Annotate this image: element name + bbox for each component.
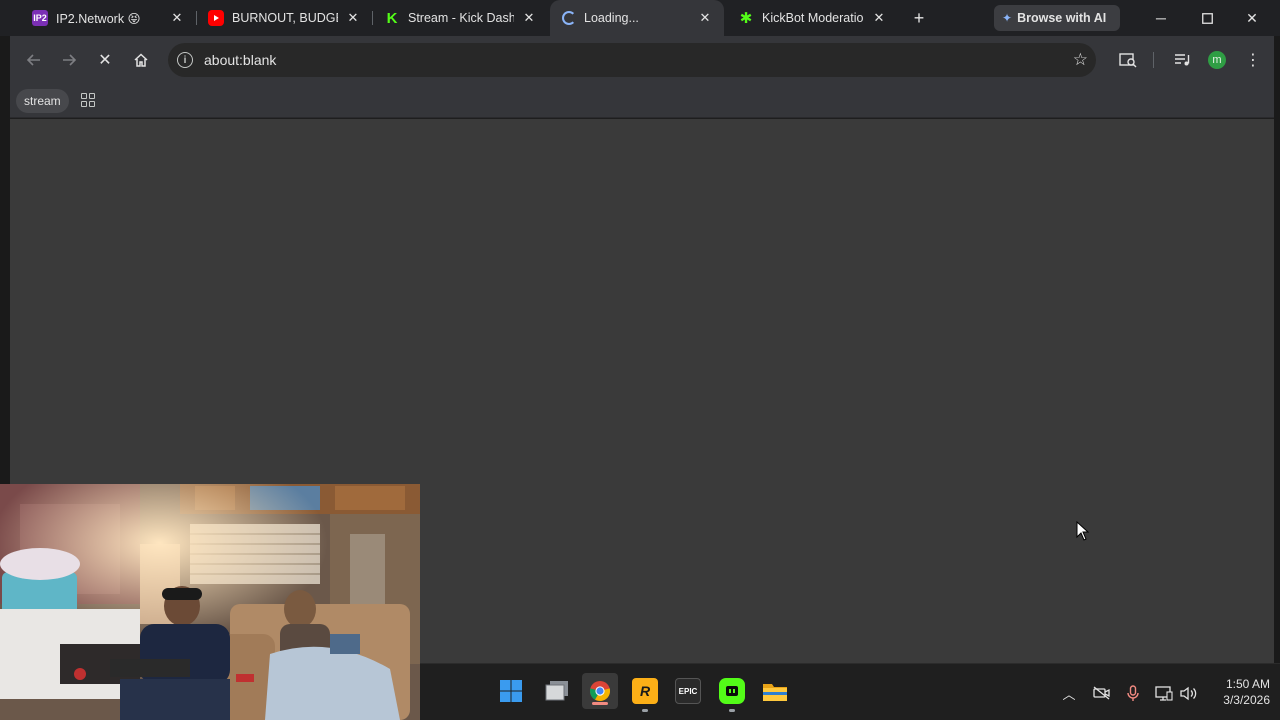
minimize-icon: ─: [1156, 10, 1166, 26]
window-edge: [0, 36, 10, 486]
close-tab-icon[interactable]: ✕: [870, 9, 888, 27]
address-bar[interactable]: i about:blank ☆: [168, 43, 1096, 77]
tab-loading[interactable]: Loading... ✕: [550, 0, 724, 36]
tab-strip: IP2 IP2.Network 😝 ✕ BURNOUT, BUDGET ✕ K …: [0, 0, 1280, 36]
home-icon: [134, 53, 148, 67]
ip2-favicon-icon: IP2: [32, 10, 48, 26]
taskbar-rockstar[interactable]: R: [632, 678, 658, 712]
tab-title: Stream - Kick Dashb: [408, 11, 514, 25]
close-tab-icon[interactable]: ✕: [344, 9, 362, 27]
arrow-left-icon: [26, 54, 40, 66]
close-window-button[interactable]: ✕: [1240, 6, 1264, 30]
tab-search-icon: [1119, 53, 1137, 68]
tab-title: KickBot Moderation: [762, 11, 864, 25]
task-view-icon: [545, 681, 568, 701]
tab-kick-dashboard[interactable]: K Stream - Kick Dashb ✕: [372, 4, 548, 32]
maximize-button[interactable]: [1195, 6, 1219, 30]
show-hidden-icons-button[interactable]: ︿: [1060, 684, 1078, 702]
webcam-overlay: [0, 484, 420, 720]
camera-off-icon: [1092, 686, 1110, 700]
epic-games-icon: EPIC: [678, 686, 698, 696]
taskbar-start-button[interactable]: [498, 678, 524, 704]
tab-title: Loading...: [584, 11, 639, 25]
media-controls-button[interactable]: [1170, 48, 1194, 72]
windows-taskbar: R EPIC ︿ 1:50 AM 3/3/2026: [420, 663, 1280, 720]
playlist-icon: [1175, 54, 1190, 66]
stop-loading-button[interactable]: ✕: [93, 48, 117, 72]
address-url[interactable]: about:blank: [204, 52, 276, 68]
tab-title: BURNOUT, BUDGET: [232, 11, 338, 25]
browse-with-ai-button[interactable]: ✦ Browse with AI: [994, 5, 1120, 31]
webcam-feed-image: [0, 484, 420, 720]
bookmark-star-icon[interactable]: ☆: [1073, 50, 1088, 70]
speaker-icon: [1180, 686, 1197, 700]
tab-kickbot-moderation[interactable]: ✱ KickBot Moderation ✕: [726, 4, 898, 32]
maximize-icon: [1201, 12, 1213, 24]
folder-icon: [763, 684, 787, 701]
close-tab-icon[interactable]: ✕: [168, 9, 186, 27]
mouse-cursor-icon: [1076, 521, 1090, 541]
taskbar-chrome[interactable]: [582, 673, 618, 709]
bookmark-stream[interactable]: stream: [16, 89, 69, 113]
network-icon: [1155, 685, 1173, 701]
kick-favicon-icon: K: [386, 9, 398, 27]
tray-network[interactable]: [1155, 684, 1173, 702]
taskbar-task-view[interactable]: [544, 678, 570, 704]
site-info-icon[interactable]: i: [177, 52, 193, 68]
apps-grid-icon[interactable]: [81, 93, 97, 109]
arrow-right-icon: [63, 54, 77, 66]
bookmarks-bar: stream: [0, 84, 1280, 118]
stop-icon: ✕: [98, 52, 112, 69]
chrome-icon: [589, 681, 611, 702]
sparkle-icon: ✦: [1002, 11, 1013, 25]
home-button[interactable]: [129, 48, 153, 72]
loading-spinner-icon: [562, 11, 576, 25]
browse-with-ai-label: Browse with AI: [1017, 11, 1107, 25]
menu-button[interactable]: ⋮: [1241, 48, 1265, 72]
running-indicator: [592, 702, 608, 705]
browser-toolbar: ✕ i about:blank ☆ m ⋮: [0, 36, 1280, 84]
youtube-favicon-icon: [208, 10, 224, 26]
clock-time: 1:50 AM: [1225, 677, 1270, 691]
rockstar-icon: R: [639, 683, 651, 699]
tab-search-button[interactable]: [1116, 48, 1140, 72]
clock-date: 3/3/2026: [1223, 693, 1270, 707]
running-indicator: [729, 709, 735, 712]
minimize-button[interactable]: ─: [1149, 6, 1173, 30]
taskbar-epic-games[interactable]: EPIC: [675, 678, 701, 704]
window-edge: [1274, 36, 1280, 666]
more-vertical-icon: ⋮: [1245, 52, 1261, 69]
forward-button[interactable]: [57, 48, 81, 72]
taskbar-file-explorer[interactable]: [762, 678, 788, 704]
tray-microphone[interactable]: [1124, 684, 1142, 702]
close-tab-icon[interactable]: ✕: [520, 9, 538, 27]
profile-avatar[interactable]: m: [1208, 51, 1226, 69]
chevron-up-icon: ︿: [1062, 686, 1076, 702]
tab-title: IP2.Network 😝: [56, 11, 141, 26]
close-icon: ✕: [1246, 9, 1258, 26]
back-button[interactable]: [22, 48, 46, 72]
toolbar-divider: [1153, 52, 1154, 68]
windows-logo-icon: [500, 680, 522, 702]
kickbot-favicon-icon: ✱: [739, 10, 753, 27]
tab-ip2-network[interactable]: IP2 IP2.Network 😝 ✕: [20, 4, 196, 32]
microphone-icon: [1127, 684, 1139, 701]
kick-studio-icon: [726, 686, 738, 696]
new-tab-button[interactable]: +: [908, 7, 930, 29]
plus-icon: +: [913, 7, 925, 28]
running-indicator: [642, 709, 648, 712]
taskbar-kick-studio[interactable]: [719, 678, 745, 712]
tray-no-camera[interactable]: [1092, 684, 1110, 702]
close-tab-icon[interactable]: ✕: [696, 9, 714, 27]
tab-burnout-budget[interactable]: BURNOUT, BUDGET ✕: [196, 4, 372, 32]
taskbar-clock[interactable]: 1:50 AM 3/3/2026: [1210, 676, 1270, 708]
tray-volume[interactable]: [1180, 684, 1198, 702]
